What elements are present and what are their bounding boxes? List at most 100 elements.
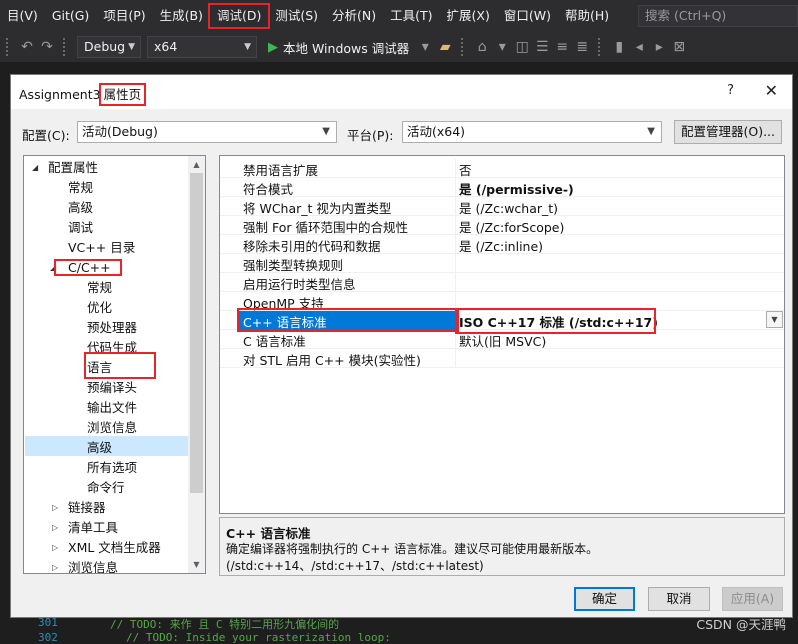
- property-row[interactable]: 符合模式 是 (/permissive-): [220, 178, 784, 197]
- collapsed-icon: ▷: [52, 503, 59, 512]
- property-row[interactable]: 启用运行时类型信息: [220, 273, 784, 292]
- config-select-value: Debug: [84, 39, 126, 54]
- dialog-title: Assignment3 属性页: [19, 83, 147, 106]
- format-icon[interactable]: ☰: [532, 37, 552, 57]
- tree-item-command-line[interactable]: 命令行: [87, 478, 125, 498]
- column-divider: [455, 349, 456, 368]
- tree-item-manifest-tool[interactable]: ▷ 清单工具: [52, 518, 118, 538]
- property-row[interactable]: 强制 For 循环范围中的合规性 是 (/Zc:forScope): [220, 216, 784, 235]
- config-combo[interactable]: 活动(Debug) ▼: [77, 121, 337, 143]
- menu-build[interactable]: 生成(B): [153, 5, 210, 27]
- scroll-thumb[interactable]: [190, 173, 203, 493]
- home-icon[interactable]: ⌂: [472, 37, 492, 57]
- column-divider: [455, 216, 456, 235]
- outdent-icon[interactable]: ≣: [572, 37, 592, 57]
- tree-item-all-options[interactable]: 所有选项: [87, 458, 137, 478]
- menu-bar: 目(V) Git(G) 项目(P) 生成(B) 调试(D) 测试(S) 分析(N…: [0, 0, 798, 32]
- undo-icon[interactable]: ↶: [17, 37, 37, 57]
- property-name: 强制类型转换规则: [243, 258, 344, 273]
- tree-item-precompiled-headers[interactable]: 预编译头: [87, 378, 137, 398]
- clear-bookmark-icon[interactable]: ⊠: [669, 37, 689, 57]
- property-row[interactable]: 强制类型转换规则: [220, 254, 784, 273]
- tree-item-debugging[interactable]: 调试: [68, 218, 93, 238]
- chevron-down-icon: ▼: [128, 42, 135, 52]
- tree-item-cpp-advanced[interactable]: 高级: [87, 438, 112, 458]
- help-button[interactable]: ?: [727, 83, 734, 98]
- tree-item-linker[interactable]: ▷ 链接器: [52, 498, 106, 518]
- folder-icon[interactable]: ▰: [435, 37, 455, 57]
- bookmark-icon[interactable]: ▮: [609, 37, 629, 57]
- tool-icon[interactable]: ◫: [512, 37, 532, 57]
- menu-extensions[interactable]: 扩展(X): [440, 5, 497, 27]
- menu-analyze[interactable]: 分析(N): [325, 5, 383, 27]
- property-value: 是 (/Zc:wchar_t): [459, 201, 559, 216]
- collapsed-icon: ▷: [52, 523, 59, 532]
- redo-icon[interactable]: ↷: [37, 37, 57, 57]
- tree-item-browse-information[interactable]: ▷ 浏览信息: [52, 558, 118, 573]
- code-line: // TODO: Inside your rasterization loop:: [126, 631, 391, 644]
- next-bookmark-icon[interactable]: ▸: [649, 37, 669, 57]
- property-row[interactable]: 将 WChar_t 视为内置类型 是 (/Zc:wchar_t): [220, 197, 784, 216]
- platform-select[interactable]: x64 ▼: [147, 36, 257, 58]
- menu-debug[interactable]: 调试(D): [207, 3, 271, 29]
- config-select[interactable]: Debug ▼: [77, 36, 141, 58]
- tree-scrollbar[interactable]: ▲ ▼: [188, 156, 205, 573]
- tree-item-label: 清单工具: [68, 520, 119, 535]
- menu-help[interactable]: 帮助(H): [558, 5, 616, 27]
- scroll-up-icon[interactable]: ▲: [188, 156, 205, 173]
- column-divider: [455, 273, 456, 292]
- property-name: 将 WChar_t 视为内置类型: [243, 201, 392, 216]
- tree-item-label: 配置属性: [48, 160, 99, 175]
- property-name: 移除未引用的代码和数据: [243, 239, 381, 254]
- property-name: 对 STL 启用 C++ 模块(实验性): [243, 353, 421, 368]
- property-name: 启用运行时类型信息: [243, 277, 356, 292]
- description-title: C++ 语言标准: [226, 526, 311, 541]
- prev-bookmark-icon[interactable]: ◂: [629, 37, 649, 57]
- run-button[interactable]: ▶ 本地 Windows 调试器: [268, 38, 409, 57]
- property-pages-dialog: Assignment3 属性页 ? ✕ 配置(C): 活动(Debug) ▼ 平台(…: [10, 74, 793, 618]
- property-row[interactable]: 禁用语言扩展 否: [220, 159, 784, 178]
- description-panel: C++ 语言标准 确定编译器将强制执行的 C++ 语言标准。建议尽可能使用最新版…: [219, 517, 785, 576]
- tree-item-optimization[interactable]: 优化: [87, 298, 112, 318]
- tree-item-config-props[interactable]: ◢ 配置属性: [32, 158, 98, 178]
- tree-item-output-files[interactable]: 输出文件: [87, 398, 137, 418]
- menu-git[interactable]: Git(G): [45, 5, 97, 27]
- toolbar-grip: [6, 38, 11, 56]
- dropdown-icon[interactable]: ▾: [492, 37, 512, 57]
- tree-item-general[interactable]: 常规: [68, 178, 93, 198]
- dropdown-icon[interactable]: ▾: [415, 37, 435, 57]
- config-manager-button[interactable]: 配置管理器(O)...: [674, 120, 782, 144]
- toolbar-grip: [63, 38, 68, 56]
- tree-item-vc-directories[interactable]: VC++ 目录: [68, 238, 135, 258]
- cancel-button[interactable]: 取消: [648, 587, 710, 611]
- menu-window[interactable]: 窗口(W): [497, 5, 558, 27]
- apply-button[interactable]: 应用(A): [722, 587, 783, 611]
- platform-combo[interactable]: 活动(x64) ▼: [402, 121, 662, 143]
- tree-item-cpp-general[interactable]: 常规: [87, 278, 112, 298]
- dialog-title-project: Assignment3: [19, 87, 101, 102]
- property-row[interactable]: 移除未引用的代码和数据 是 (/Zc:inline): [220, 235, 784, 254]
- chevron-down-icon: ▼: [322, 126, 330, 137]
- tree-item-preprocessor[interactable]: 预处理器: [87, 318, 137, 338]
- column-divider: [455, 178, 456, 197]
- column-divider: [455, 235, 456, 254]
- tree-item-advanced[interactable]: 高级: [68, 198, 93, 218]
- scroll-down-icon[interactable]: ▼: [188, 556, 205, 573]
- tree-item-xml-doc[interactable]: ▷ XML 文档生成器: [52, 538, 161, 558]
- menu-test[interactable]: 测试(S): [268, 5, 325, 27]
- tree-item-browse-info[interactable]: 浏览信息: [87, 418, 137, 438]
- dialog-title-highlight: 属性页: [98, 83, 147, 106]
- menu-tools[interactable]: 工具(T): [383, 5, 439, 27]
- property-value: 否: [459, 163, 472, 178]
- chevron-down-icon: ▼: [244, 42, 251, 52]
- menu-project[interactable]: 项目(P): [96, 5, 152, 27]
- indent-icon[interactable]: ≡: [552, 37, 572, 57]
- menu-view[interactable]: 目(V): [0, 5, 45, 27]
- ok-button[interactable]: 确定: [574, 587, 635, 611]
- chevron-down-icon[interactable]: ▼: [766, 311, 783, 328]
- column-divider: [455, 254, 456, 273]
- property-row[interactable]: 对 STL 启用 C++ 模块(实验性): [220, 349, 784, 368]
- search-input[interactable]: 搜索 (Ctrl+Q): [638, 5, 798, 27]
- close-icon[interactable]: ✕: [765, 81, 778, 100]
- dialog-title-bar: Assignment3 属性页 ? ✕: [11, 75, 792, 109]
